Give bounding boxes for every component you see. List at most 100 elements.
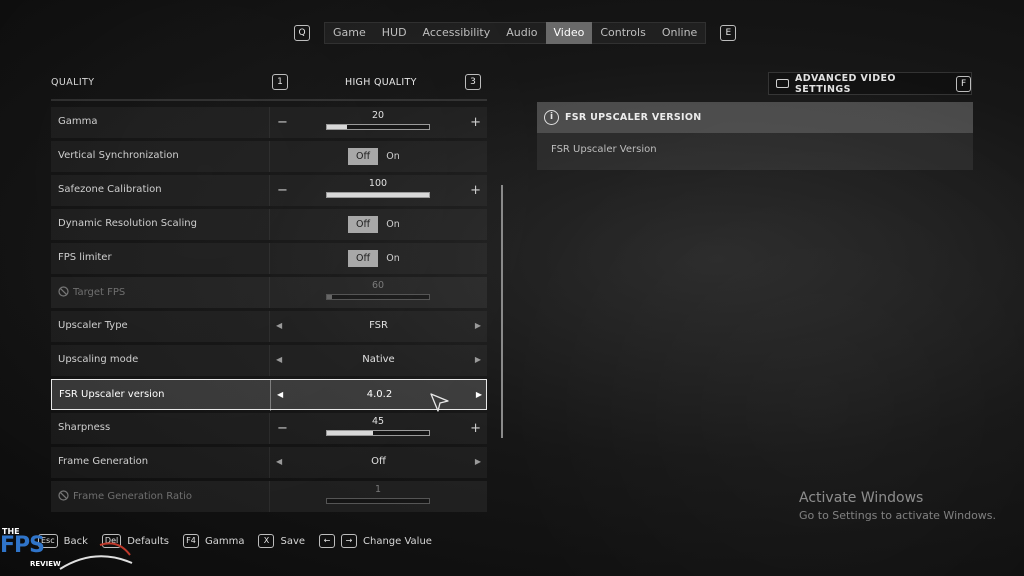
setting-control: 60 xyxy=(269,277,487,308)
slider-value: 45 xyxy=(371,416,385,427)
advanced-key: F xyxy=(956,75,971,92)
setting-label: Dynamic Resolution Scaling xyxy=(58,218,197,229)
setting-control: − 100 + xyxy=(269,175,487,206)
setting-row-frame-generation[interactable]: Frame Generation ◀ Off ▶ xyxy=(51,447,487,478)
slider-value: 60 xyxy=(371,280,385,291)
setting-row-frame-generation-ratio: Frame Generation Ratio 1 xyxy=(51,481,487,512)
setting-label: FPS limiter xyxy=(58,252,112,263)
tab-controls[interactable]: Controls xyxy=(592,22,654,44)
decrease-button[interactable]: − xyxy=(277,421,288,436)
setting-label: Sharpness xyxy=(58,422,111,433)
slider-value: 20 xyxy=(371,110,385,121)
setting-control: 1 xyxy=(269,481,487,512)
hint-key-4[interactable]: ← xyxy=(319,534,336,548)
setting-row-safezone-calibration[interactable]: Safezone Calibration − 100 + xyxy=(51,175,487,206)
info-description: FSR Upscaler Version xyxy=(551,144,657,155)
setting-row-vertical-synchronization[interactable]: Vertical Synchronization Off On xyxy=(51,141,487,172)
quality-label: QUALITY xyxy=(51,77,95,88)
quality-next-key[interactable]: 3 xyxy=(465,74,481,90)
slider-track[interactable] xyxy=(326,192,430,198)
setting-row-fps-limiter[interactable]: FPS limiter Off On xyxy=(51,243,487,274)
toggle-off-option[interactable]: Off xyxy=(348,250,378,267)
decrease-button[interactable]: − xyxy=(277,115,288,130)
slider-track[interactable] xyxy=(326,124,430,130)
left-arrow-icon[interactable]: ◀ xyxy=(276,457,282,466)
slider-fill xyxy=(327,125,348,129)
setting-row-dynamic-resolution-scaling[interactable]: Dynamic Resolution Scaling Off On xyxy=(51,209,487,240)
setting-control: ◀ 4.0.2 ▶ xyxy=(270,380,488,411)
left-arrow-icon[interactable]: ◀ xyxy=(277,390,283,399)
slider-value: 1 xyxy=(374,484,382,495)
slider-value: 100 xyxy=(368,178,388,189)
setting-row-upscaling-mode[interactable]: Upscaling mode ◀ Native ▶ xyxy=(51,345,487,376)
toggle-switch[interactable]: Off On xyxy=(348,148,408,165)
toggle-switch[interactable]: Off On xyxy=(348,250,408,267)
advanced-video-settings-button[interactable]: ADVANCED VIDEO SETTINGS F xyxy=(768,72,972,95)
windows-activation-watermark: Activate Windows Go to Settings to activ… xyxy=(799,490,996,522)
settings-scrollbar[interactable] xyxy=(501,185,503,438)
header-divider xyxy=(51,99,487,101)
left-arrow-icon[interactable]: ◀ xyxy=(276,355,282,364)
setting-row-gamma[interactable]: Gamma − 20 + xyxy=(51,107,487,138)
setting-label: Gamma xyxy=(58,116,98,127)
select-value: FSR xyxy=(369,320,388,331)
tab-bar: Game HUD Accessibility Audio Video Controls On… xyxy=(324,22,707,44)
right-arrow-icon[interactable]: ▶ xyxy=(475,321,481,330)
monitor-icon xyxy=(776,79,790,88)
fps-review-logo: THE FPS REVIEW xyxy=(0,525,140,576)
increase-button[interactable]: + xyxy=(470,421,481,436)
increase-button[interactable]: + xyxy=(470,115,481,130)
hint-label: Gamma xyxy=(204,535,245,547)
slider-track[interactable] xyxy=(326,430,430,436)
setting-label: Frame Generation Ratio xyxy=(58,490,192,502)
tab-hud[interactable]: HUD xyxy=(374,22,415,44)
slider-fill xyxy=(327,431,373,435)
hint-gamma[interactable]: F4 Gamma xyxy=(182,534,245,548)
decrease-button[interactable]: − xyxy=(277,183,288,198)
right-arrow-icon[interactable]: ▶ xyxy=(476,390,482,399)
tab-audio[interactable]: Audio xyxy=(498,22,545,44)
tab-video[interactable]: Video xyxy=(545,22,593,44)
toggle-on-option[interactable]: On xyxy=(378,250,408,267)
prev-tab-key[interactable]: Q xyxy=(294,25,310,41)
advanced-video-settings-label: ADVANCED VIDEO SETTINGS xyxy=(795,72,896,95)
setting-row-fsr-upscaler-version[interactable]: FSR Upscaler version ◀ 4.0.2 ▶ xyxy=(51,379,488,411)
toggle-off-option[interactable]: Off xyxy=(348,148,378,165)
setting-row-target-fps: Target FPS 60 xyxy=(51,277,487,308)
setting-label: Frame Generation xyxy=(58,456,149,467)
right-arrow-icon[interactable]: ▶ xyxy=(475,355,481,364)
tab-online[interactable]: Online xyxy=(654,22,705,44)
hint-key: F4 xyxy=(182,534,199,548)
toggle-switch[interactable]: Off On xyxy=(348,216,408,233)
setting-control: − 45 + xyxy=(269,413,487,444)
toggle-on-option[interactable]: On xyxy=(378,216,408,233)
right-arrow-icon[interactable]: ▶ xyxy=(475,457,481,466)
setting-label: Upscaling mode xyxy=(58,354,139,365)
setting-control: Off On xyxy=(269,243,487,274)
left-arrow-icon[interactable]: ◀ xyxy=(276,321,282,330)
hint-label: Save xyxy=(280,535,306,547)
toggle-off-option[interactable]: Off xyxy=(348,216,378,233)
setting-control: ◀ Native ▶ xyxy=(269,345,487,376)
hint-key: → xyxy=(341,534,358,548)
tab-accessibility[interactable]: Accessibility xyxy=(415,22,499,44)
quality-prev-key[interactable]: 1 xyxy=(272,74,288,90)
setting-control: − 20 + xyxy=(269,107,487,138)
increase-button[interactable]: + xyxy=(470,183,481,198)
watermark-title: Activate Windows xyxy=(799,490,924,506)
toggle-on-option[interactable]: On xyxy=(378,148,408,165)
hint-change-value[interactable]: → Change Value xyxy=(341,534,432,548)
select-value: Native xyxy=(362,354,395,365)
next-tab-key[interactable]: E xyxy=(720,25,737,41)
setting-row-upscaler-type[interactable]: Upscaler Type ◀ FSR ▶ xyxy=(51,311,487,342)
quality-value[interactable]: HIGH QUALITY xyxy=(345,77,417,88)
disabled-icon xyxy=(58,490,69,501)
hint-label: Change Value xyxy=(363,535,432,547)
mouse-cursor-icon xyxy=(430,393,449,412)
setting-control: ◀ FSR ▶ xyxy=(269,311,487,342)
hint-save[interactable]: X Save xyxy=(258,534,305,548)
select-value: Off xyxy=(371,456,386,467)
setting-row-sharpness[interactable]: Sharpness − 45 + xyxy=(51,413,487,444)
setting-label: Target FPS xyxy=(58,286,125,298)
tab-game[interactable]: Game xyxy=(325,22,374,44)
